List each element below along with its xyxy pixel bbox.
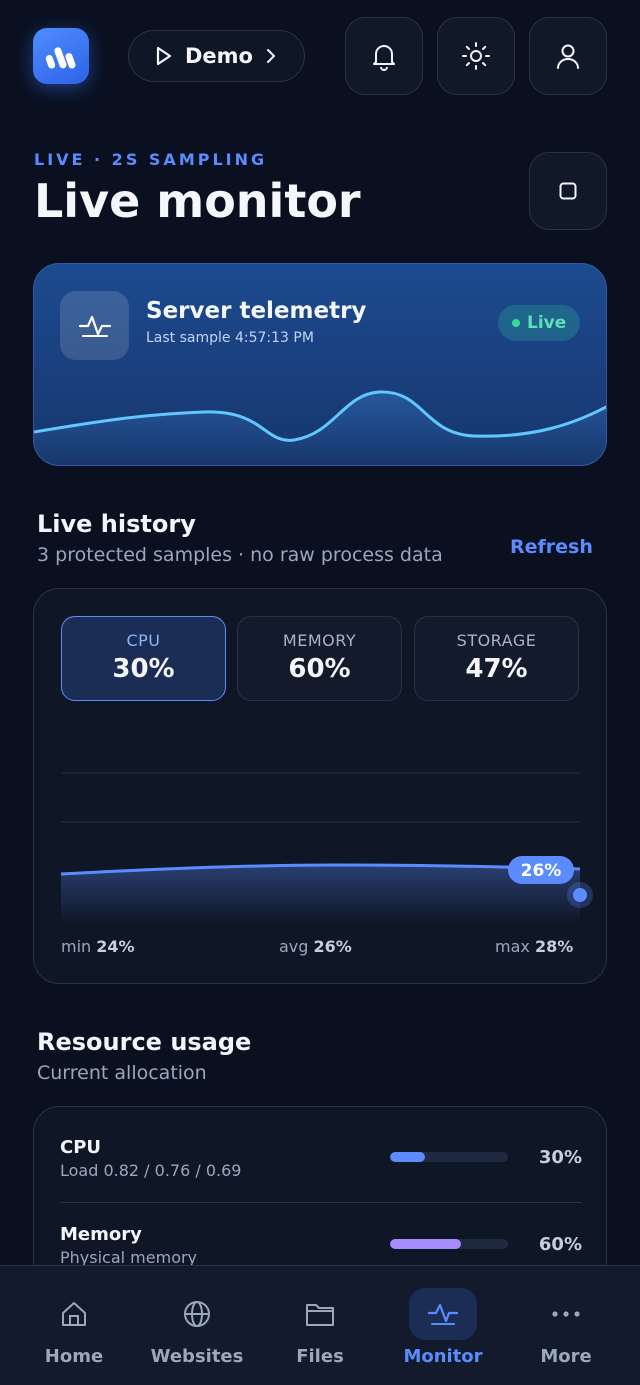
- nav-more[interactable]: More: [511, 1288, 621, 1378]
- profile-button[interactable]: [529, 17, 607, 95]
- telemetry-icon-box: [60, 291, 129, 360]
- live-status-label: Live: [527, 313, 567, 333]
- nav-monitor-icon-wrap: [409, 1288, 477, 1340]
- nav-monitor-label: Monitor: [403, 1346, 483, 1367]
- stat-avg: avg 26%: [279, 937, 352, 956]
- pulse-icon: [78, 315, 111, 337]
- pulse-icon: [427, 1303, 459, 1325]
- play-icon: [156, 46, 172, 66]
- app-logo[interactable]: [33, 28, 89, 84]
- globe-icon: [184, 1301, 210, 1327]
- nav-websites-icon-wrap: [163, 1288, 231, 1340]
- stat-max: max 28%: [495, 937, 573, 956]
- resource-bar-fill: [390, 1152, 426, 1162]
- stop-icon: [559, 182, 577, 200]
- demo-button[interactable]: Demo: [128, 30, 305, 82]
- divider: [60, 1202, 582, 1203]
- tab-memory-label: MEMORY: [282, 631, 357, 650]
- telemetry-last-sample: Last sample 4:57:13 PM: [146, 330, 314, 346]
- refresh-button[interactable]: Refresh: [510, 536, 593, 558]
- chevron-right-icon: [266, 49, 275, 63]
- nav-more-label: More: [540, 1346, 592, 1367]
- telemetry-title: Server telemetry: [146, 298, 367, 324]
- stat-max-value: 28%: [534, 937, 574, 956]
- live-status-badge: Live: [498, 305, 581, 341]
- history-chart: 26%: [60, 772, 593, 924]
- stat-max-label: max: [495, 937, 530, 956]
- chart-current-point: [573, 888, 587, 902]
- nav-more-icon-wrap: [532, 1288, 600, 1340]
- bar-chart-logo-icon: [45, 47, 76, 69]
- live-dot: [512, 319, 520, 327]
- resource-bar: [390, 1239, 508, 1249]
- theme-toggle-button[interactable]: [437, 17, 515, 95]
- bottom-nav: Home Websites Files Monitor More: [0, 1265, 640, 1385]
- stat-min-value: 24%: [96, 937, 135, 956]
- resources-subtitle: Current allocation: [37, 1062, 207, 1084]
- tab-storage-label: STORAGE: [456, 631, 537, 650]
- page-eyebrow: LIVE · 2S SAMPLING: [34, 150, 268, 169]
- telemetry-wave: [34, 390, 606, 465]
- history-subtitle: 3 protected samples · no raw process dat…: [37, 544, 443, 566]
- resource-name: Memory: [60, 1224, 142, 1245]
- resource-row-cpu[interactable]: CPU Load 0.82 / 0.76 / 0.69 30%: [60, 1137, 582, 1217]
- chart-current-value: 26%: [521, 861, 562, 881]
- resource-bar: [390, 1152, 508, 1162]
- stat-min: min 24%: [61, 937, 135, 956]
- nav-monitor[interactable]: Monitor: [388, 1288, 498, 1378]
- top-bar: Demo: [0, 0, 640, 110]
- tab-storage-value: 47%: [465, 654, 528, 684]
- stat-min-label: min: [61, 937, 92, 956]
- history-card: CPU 30% MEMORY 60% STORAGE 47% 26% min 2…: [33, 588, 607, 984]
- nav-websites[interactable]: Websites: [142, 1288, 252, 1378]
- tab-cpu[interactable]: CPU 30%: [61, 616, 226, 701]
- tab-cpu-value: 30%: [112, 654, 175, 684]
- user-icon: [557, 44, 579, 69]
- folder-icon: [306, 1304, 334, 1326]
- telemetry-card: Server telemetry Last sample 4:57:13 PM …: [33, 263, 607, 466]
- page-title: Live monitor: [34, 174, 361, 228]
- resource-detail: Load 0.82 / 0.76 / 0.69: [60, 1161, 242, 1180]
- resource-percent: 30%: [538, 1147, 582, 1168]
- tab-cpu-label: CPU: [126, 631, 161, 650]
- nav-home[interactable]: Home: [19, 1288, 129, 1378]
- nav-websites-label: Websites: [150, 1346, 244, 1367]
- home-icon: [62, 1302, 86, 1326]
- history-title: Live history: [37, 510, 196, 538]
- nav-home-label: Home: [44, 1346, 104, 1367]
- tab-storage[interactable]: STORAGE 47%: [414, 616, 579, 701]
- more-dots-icon: [552, 1311, 580, 1317]
- nav-home-icon-wrap: [40, 1288, 108, 1340]
- resources-title: Resource usage: [37, 1028, 252, 1056]
- tab-memory[interactable]: MEMORY 60%: [237, 616, 402, 701]
- stat-avg-label: avg: [279, 937, 309, 956]
- demo-label: Demo: [185, 44, 253, 68]
- tab-memory-value: 60%: [288, 654, 351, 684]
- chart-area: [61, 865, 580, 924]
- sun-icon: [462, 42, 490, 70]
- notifications-button[interactable]: [345, 17, 423, 95]
- stop-monitor-button[interactable]: [529, 152, 607, 230]
- resource-name: CPU: [60, 1137, 102, 1158]
- nav-files-label: Files: [296, 1346, 344, 1367]
- nav-files-icon-wrap: [286, 1288, 354, 1340]
- resource-percent: 60%: [538, 1234, 582, 1255]
- stat-avg-value: 26%: [313, 937, 352, 956]
- nav-files[interactable]: Files: [265, 1288, 375, 1378]
- bell-icon: [373, 45, 395, 71]
- resource-bar-fill: [390, 1239, 461, 1249]
